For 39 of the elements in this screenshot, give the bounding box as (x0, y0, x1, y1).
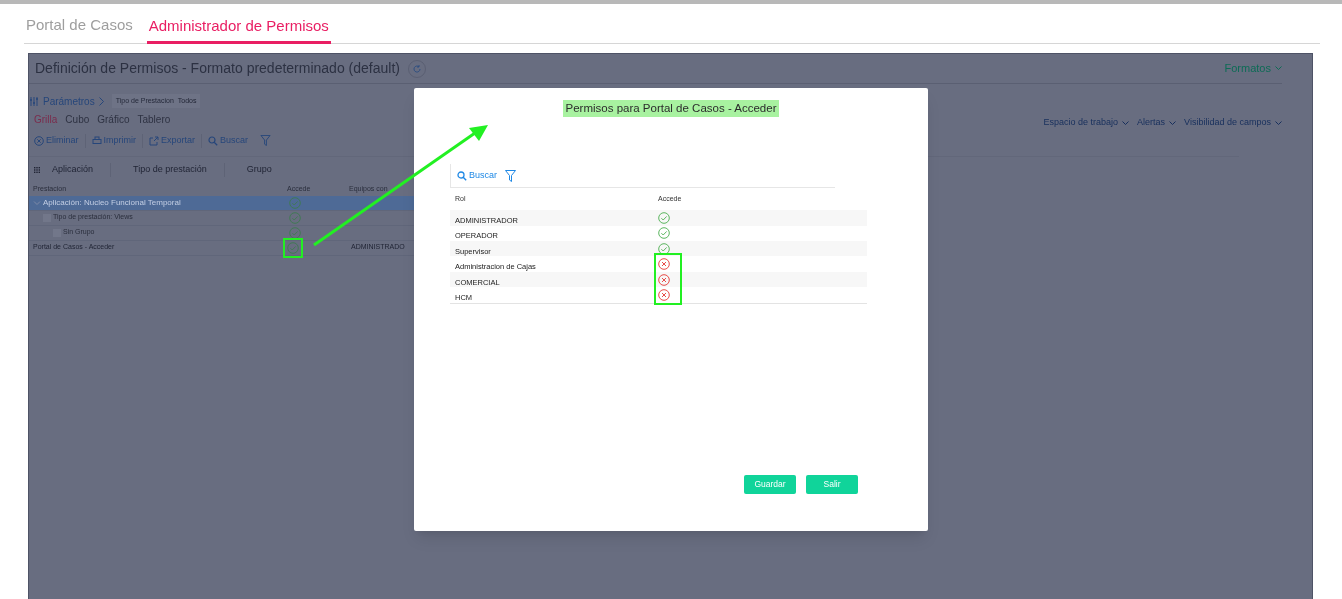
group-chip[interactable]: Aplicación (52, 162, 94, 177)
printer-icon (91, 135, 102, 146)
chevron-right-icon (98, 96, 104, 106)
dropdown-menu[interactable]: Alertas (1137, 116, 1177, 130)
row-label: Aplicación: Nucleo Funcional Temporal (43, 196, 181, 209)
chevron-down-icon (1275, 66, 1282, 71)
toolbar-button[interactable]: Buscar (208, 134, 255, 148)
selected-row[interactable]: Aplicación: Nucleo Funcional Temporal (29, 195, 414, 211)
grip-icon (34, 166, 40, 173)
tab[interactable]: Portal de Casos (24, 13, 135, 43)
chevron-down-icon (1169, 120, 1177, 126)
chevron-down-icon (1122, 120, 1130, 126)
group-chip[interactable]: Tipo de prestación (133, 162, 207, 177)
panel-title: Definición de Permisos - Formato predeterminado (default) (35, 59, 400, 78)
dialog-button[interactable]: Salir (806, 475, 858, 494)
tab[interactable]: Administrador de Permisos (146, 14, 331, 44)
delete-icon (34, 135, 44, 146)
dropdown-menu[interactable]: Visibilidad de campos (1184, 116, 1282, 130)
filter-icon[interactable] (505, 169, 516, 182)
chevron-down-icon (1275, 120, 1282, 126)
parameters-button[interactable]: Parámetros (29, 93, 104, 109)
toolbar-button[interactable]: Imprimir (91, 134, 143, 148)
view-tab[interactable]: Gráfico (97, 112, 130, 127)
search-icon (208, 135, 219, 146)
group-chip[interactable]: Grupo (246, 162, 272, 177)
view-tab[interactable]: Grilla (34, 112, 58, 127)
export-icon (149, 135, 159, 146)
dialog-title: Permisos para Portal de Casos - Acceder (562, 100, 780, 118)
filter-icon[interactable] (260, 135, 272, 147)
search-icon (457, 170, 467, 181)
toolbar-button[interactable]: Exportar (149, 134, 203, 148)
refresh-icon[interactable] (407, 59, 426, 78)
dialog-button[interactable]: Guardar (744, 475, 796, 494)
view-tab[interactable]: Cubo (65, 112, 90, 127)
dropdown-menu[interactable]: Espacio de trabajo (1043, 116, 1130, 130)
view-tab[interactable]: Tablero (137, 112, 171, 127)
toolbar-button[interactable]: Eliminar (34, 134, 86, 148)
search-button[interactable]: Buscar (457, 169, 497, 183)
sliders-icon (29, 96, 39, 106)
